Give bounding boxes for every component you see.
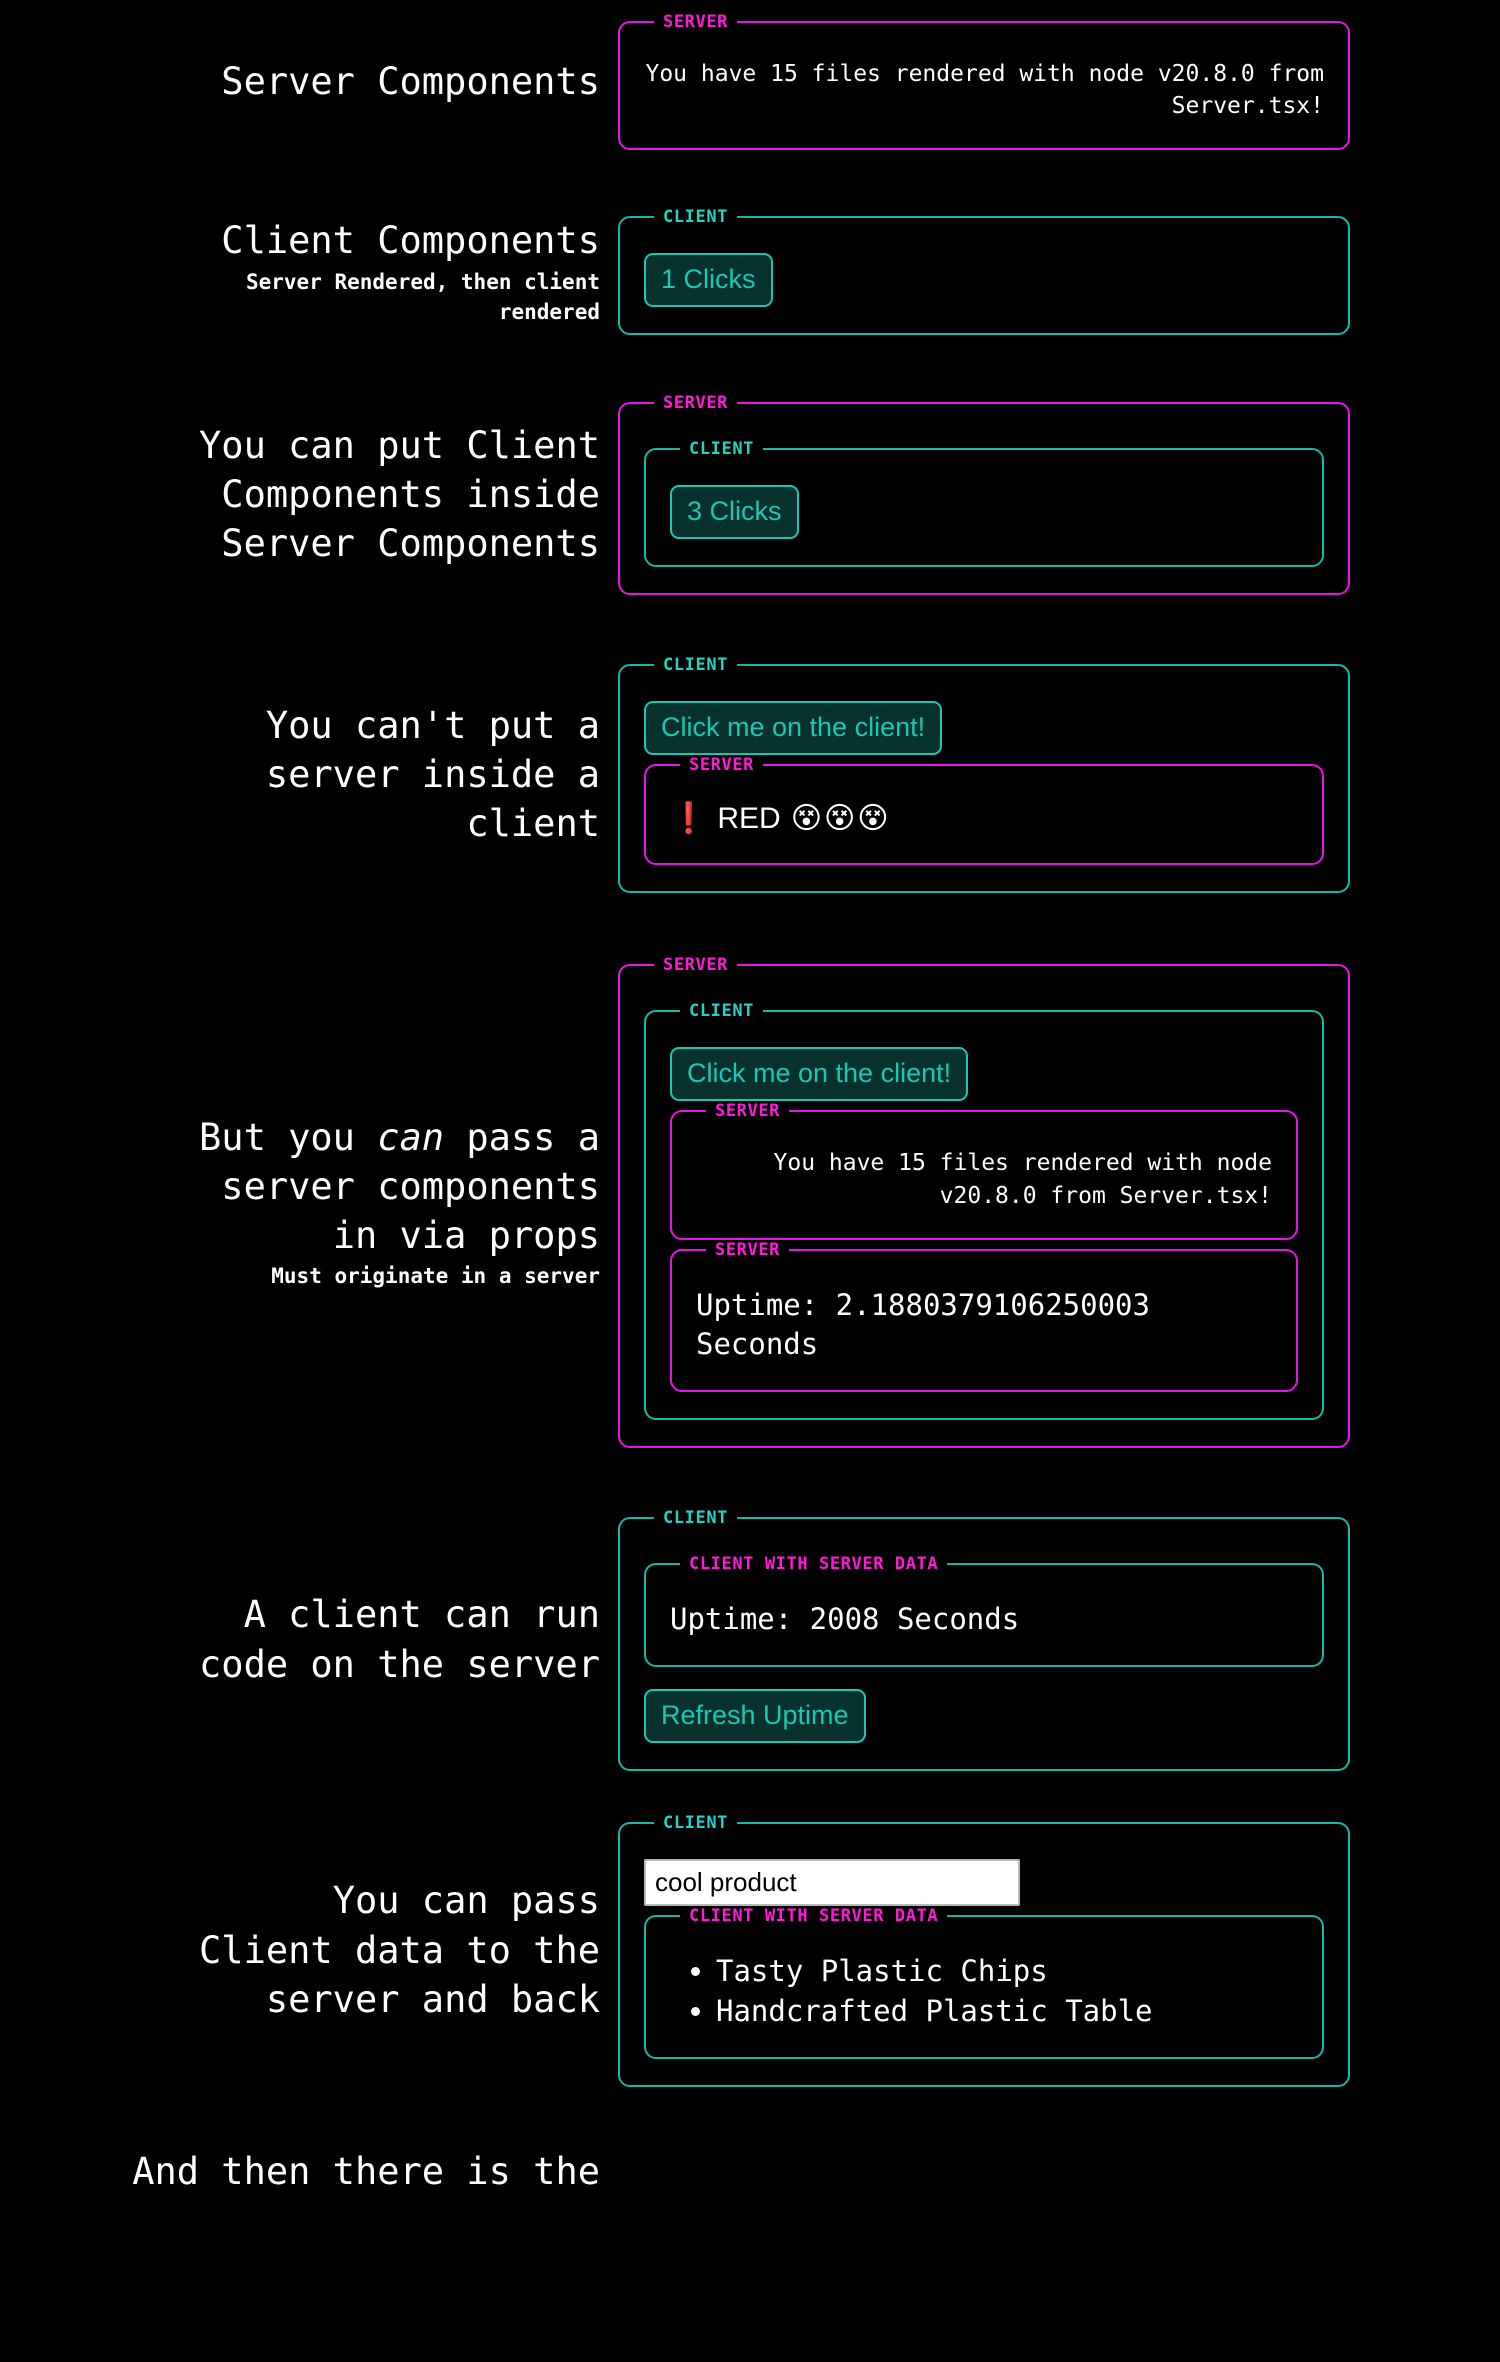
section-demo-block: CLIENT 1 Clicks <box>600 207 1500 336</box>
section-heading-block: Server Components <box>0 57 600 106</box>
section-client-components: Client Components Server Rendered, then … <box>0 150 1500 336</box>
client-with-server-data-box: CLIENT WITH SERVER DATA Uptime: 2008 Sec… <box>644 1554 1324 1668</box>
server-legend: SERVER <box>715 1239 781 1260</box>
server-legend: SERVER <box>663 393 729 414</box>
client-boundary-box: CLIENT CLIENT WITH SERVER DATA Tasty Pla… <box>618 1813 1350 2088</box>
section-title-line-1: And then there is the <box>132 2150 600 2194</box>
server-message: You have 15 files rendered with node v20… <box>773 1150 1273 1209</box>
section-demo-block: SERVER You have 15 files rendered with n… <box>600 12 1500 151</box>
nested-server-message-box: SERVER You have 15 files rendered with n… <box>670 1101 1298 1240</box>
section-demo-block: SERVER CLIENT Click me on the client! SE… <box>600 955 1500 1449</box>
client-content-stack: Click me on the client! SERVER You have … <box>670 1047 1298 1393</box>
section-title-line-3: Server Components <box>221 521 600 565</box>
section-title-line-1: You can pass <box>332 1879 600 1923</box>
section-title-line-1: You can put Client <box>199 423 600 467</box>
client-boundary-box: CLIENT Click me on the client! SERVER Yo… <box>644 1001 1324 1421</box>
page-root: Server Components SERVER You have 15 fil… <box>0 0 1500 2196</box>
client-legend: CLIENT <box>689 1001 755 1022</box>
client-content-stack: CLIENT WITH SERVER DATA Uptime: 2008 Sec… <box>644 1554 1324 1744</box>
clicks-counter-button[interactable]: 3 Clicks <box>670 485 799 540</box>
section-title-line-2: Components inside <box>221 472 600 516</box>
client-legend: CLIENT <box>663 1508 729 1529</box>
server-boundary-box: SERVER You have 15 files rendered with n… <box>618 12 1350 151</box>
section-title-line-1: A client can run <box>243 1593 600 1637</box>
section-server-via-props: But you can pass a server components in … <box>0 893 1500 1449</box>
section-client-inside-server: You can put Client Components inside Ser… <box>0 335 1500 596</box>
section-cut-off-footer: And then there is the <box>0 2087 1500 2196</box>
client-boundary-box: CLIENT CLIENT WITH SERVER DATA Uptime: 2… <box>618 1508 1350 1772</box>
section-title-line-2: server components <box>221 1164 600 1208</box>
section-heading-block: And then there is the <box>0 2147 600 2196</box>
red-alert-row: ❗ RED 😵😵😵 <box>670 801 1298 837</box>
server-legend: SERVER <box>715 1101 781 1122</box>
title-part-emphasis: can <box>377 1115 445 1159</box>
client-with-server-data-box: CLIENT WITH SERVER DATA Tasty Plastic Ch… <box>644 1906 1324 2060</box>
section-title-line-1: But you can pass a <box>0 1113 600 1162</box>
product-list: Tasty Plastic Chips Handcrafted Plastic … <box>670 1952 1298 2031</box>
client-legend: CLIENT <box>663 207 729 228</box>
exclamation-icon: ❗ <box>670 802 708 836</box>
server-boundary-box: SERVER CLIENT 3 Clicks <box>618 393 1350 596</box>
client-content-stack: CLIENT WITH SERVER DATA Tasty Plastic Ch… <box>644 1859 1324 2060</box>
section-title-line-3: in via props <box>332 1214 600 1258</box>
client-legend: CLIENT <box>689 439 755 460</box>
client-boundary-box: CLIENT 3 Clicks <box>644 439 1324 568</box>
section-client-runs-server-code: A client can run code on the server CLIE… <box>0 1448 1500 1772</box>
section-heading-block: You can put Client Components inside Ser… <box>0 421 600 569</box>
section-title-line-2: code on the server <box>199 1642 600 1686</box>
page-title: Server Components <box>221 59 600 103</box>
section-demo-block: SERVER CLIENT 3 Clicks <box>600 393 1500 596</box>
client-boundary-box: CLIENT 1 Clicks <box>618 207 1350 336</box>
click-me-client-button[interactable]: Click me on the client! <box>644 701 943 756</box>
server-boundary-box: SERVER CLIENT Click me on the client! SE… <box>618 955 1350 1449</box>
section-demo-block: CLIENT CLIENT WITH SERVER DATA Uptime: 2… <box>600 1508 1500 1772</box>
section-demo-block: CLIENT Click me on the client! SERVER ❗ … <box>600 655 1500 894</box>
section-title-line-2: server inside a <box>265 752 600 796</box>
client-boundary-box: CLIENT Click me on the client! SERVER ❗ … <box>618 655 1350 894</box>
click-me-client-button[interactable]: Click me on the client! <box>670 1047 969 1102</box>
nested-server-uptime-box: SERVER Uptime: 2.1880379106250003 Second… <box>670 1239 1298 1393</box>
section-heading-block: A client can run code on the server <box>0 1590 600 1688</box>
title-part-post: pass a <box>444 1115 600 1159</box>
client-with-server-data-legend: CLIENT WITH SERVER DATA <box>689 1554 939 1575</box>
section-title-line-1: You can't put a <box>265 703 600 747</box>
section-title-line-3: server and back <box>265 1977 600 2021</box>
client-with-server-data-legend: CLIENT WITH SERVER DATA <box>689 1906 939 1927</box>
refresh-uptime-button[interactable]: Refresh Uptime <box>644 1689 866 1744</box>
section-client-data-roundtrip: You can pass Client data to the server a… <box>0 1771 1500 2088</box>
dizzy-face-icons: 😵😵😵 <box>790 802 891 836</box>
section-subtitle-line-2: rendered <box>498 299 600 324</box>
section-server-components: Server Components SERVER You have 15 fil… <box>0 0 1500 151</box>
server-legend: SERVER <box>689 755 755 776</box>
list-item: Tasty Plastic Chips <box>716 1952 1298 1991</box>
section-heading-block: But you can pass a server components in … <box>0 1113 600 1291</box>
section-title-line-2: Client data to the <box>199 1928 600 1972</box>
client-legend: CLIENT <box>663 1813 729 1834</box>
server-legend: SERVER <box>663 12 729 32</box>
section-no-server-inside-client: You can't put a server inside a client C… <box>0 595 1500 894</box>
section-title-line-3: client <box>466 801 600 845</box>
red-alert-label: RED <box>717 802 781 836</box>
section-title: Client Components <box>221 219 600 263</box>
product-search-input[interactable] <box>644 1859 1020 1907</box>
client-legend: CLIENT <box>663 655 729 676</box>
section-subtitle: Must originate in a server <box>271 1264 600 1289</box>
section-heading-block: You can't put a server inside a client <box>0 701 600 849</box>
section-subtitle-line-1: Server Rendered, then client <box>245 269 600 294</box>
client-content-stack: Click me on the client! SERVER ❗ RED 😵😵😵 <box>644 701 1324 866</box>
list-item: Handcrafted Plastic Table <box>716 1992 1298 2031</box>
clicks-counter-button[interactable]: 1 Clicks <box>644 253 773 308</box>
section-heading-block: Client Components Server Rendered, then … <box>0 216 600 326</box>
section-heading-block: You can pass Client data to the server a… <box>0 1876 600 2024</box>
uptime-value: Uptime: 2008 Seconds <box>670 1602 1020 1637</box>
title-part-pre: But you <box>199 1115 378 1159</box>
server-message: You have 15 files rendered with node v20… <box>645 61 1324 120</box>
section-demo-block: CLIENT CLIENT WITH SERVER DATA Tasty Pla… <box>600 1813 1500 2088</box>
server-legend: SERVER <box>663 955 729 976</box>
server-boundary-box: SERVER ❗ RED 😵😵😵 <box>644 755 1324 866</box>
uptime-value: Uptime: 2.1880379106250003 Seconds <box>696 1287 1150 1361</box>
